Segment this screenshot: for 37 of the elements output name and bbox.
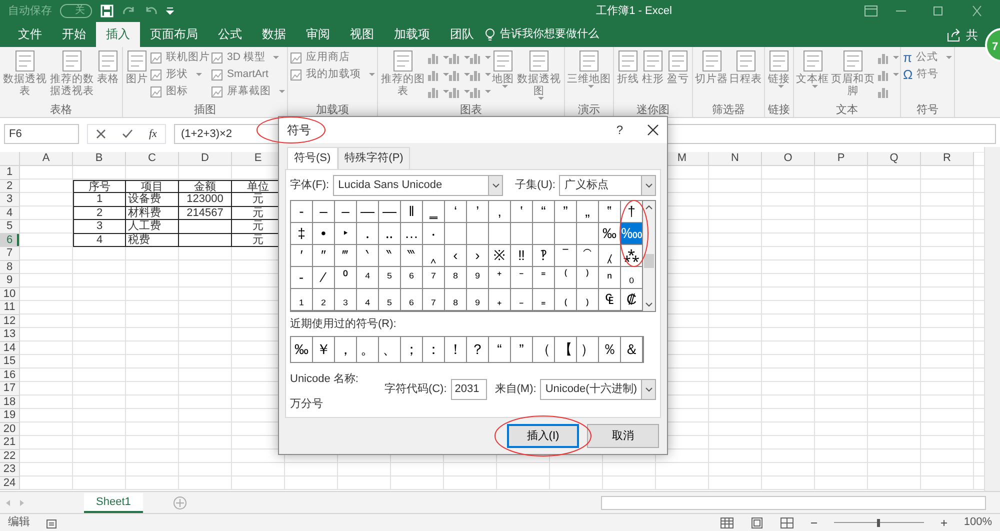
window-title: 工作簿1 - Excel [595,4,673,19]
char-code-label: 字符代码(C): [384,382,447,398]
group-label: 演示 [577,103,601,117]
table-cell: 金额 [179,180,232,193]
group-label: 链接 [767,103,791,117]
table-cell: 设备费 [126,193,179,206]
table-cell: 材料费 [126,206,179,220]
recent-label: 近期使用过的符号(R): [290,316,398,332]
group-label: 图表 [459,103,483,117]
zoom-level: 100% [964,515,992,530]
unicode-name: 万分号 [290,396,324,412]
autosave-label: 自动保存 [8,4,52,19]
dialog-title: 符号 [287,122,311,139]
group-label: 符号 [915,103,940,117]
table-cell: 4 [73,234,126,247]
symbol-glyph: π [903,48,912,67]
table-cell: 1 [73,193,126,206]
unicode-name-label: Unicode 名称: [290,372,360,387]
status-mode: 编辑 [8,515,30,530]
group-label: 迷你图 [636,103,670,117]
table-cell: 214567 [179,206,232,220]
table-cell: 税费 [126,234,179,247]
table-cell: 3 [73,220,126,234]
table-cell: 2 [73,206,126,220]
table-cell: 人工费 [126,220,179,234]
table-cell: 项目 [126,180,179,193]
group-label: 插图 [193,103,217,117]
group-label: 表格 [49,103,73,117]
group-label: 加载项 [315,103,350,117]
group-label: 文本 [835,103,859,117]
symbol-glyph: Ω [903,66,913,84]
subset-label: 子集(U): [515,178,556,193]
font-label: 字体(F): [290,178,330,193]
from-label: 来自(M): [494,382,536,398]
group-label: 筛选器 [711,103,746,117]
table-cell: 123000 [179,193,232,206]
table-cell: 序号 [73,180,126,193]
